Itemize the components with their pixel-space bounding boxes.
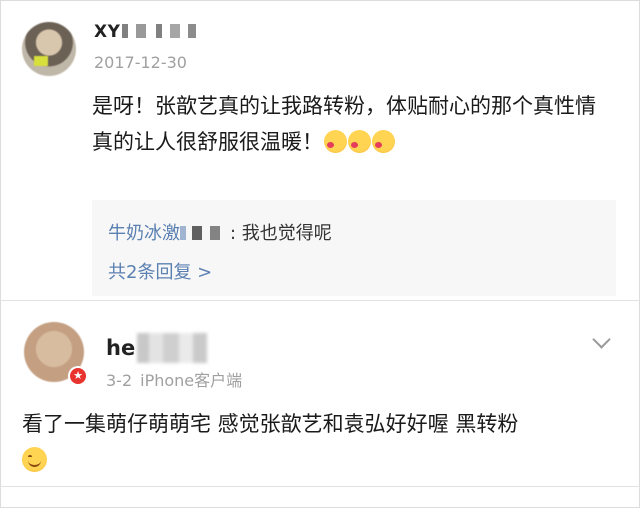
- verified-badge-icon: ★: [68, 366, 88, 386]
- comment-date: 3-2: [106, 371, 133, 390]
- comment-date: 2017-12-30: [94, 53, 187, 72]
- blurred-name-mask: [122, 24, 203, 38]
- avatar[interactable]: [22, 22, 76, 76]
- comment-meta: 3-2 iPhone客户端: [106, 367, 242, 391]
- comment-source: iPhone客户端: [140, 371, 243, 390]
- smile-emoji-icon: [22, 447, 47, 472]
- reply-username[interactable]: 牛奶冰激: [108, 223, 230, 244]
- comment-text: 是呀！张歆艺真的让我路转粉，体贴耐心的那个真性情真的让人很舒服很温暖！: [92, 94, 596, 154]
- divider: [0, 300, 640, 301]
- blurred-name-mask: [180, 226, 230, 240]
- blush-emoji-icon: [348, 130, 371, 153]
- blush-emoji-icon: [324, 130, 347, 153]
- reply-preview: 牛奶冰激: 我也觉得呢: [108, 219, 332, 245]
- view-more-replies-link[interactable]: 共2条回复 >: [108, 258, 212, 284]
- blurred-name-mask: [137, 333, 216, 363]
- blush-emoji-icon: [372, 130, 395, 153]
- reply-preview-box[interactable]: 牛奶冰激: 我也觉得呢 共2条回复 >: [92, 200, 616, 296]
- divider: [0, 486, 640, 487]
- username[interactable]: XY: [94, 22, 203, 42]
- comment-text: 看了一集萌仔萌萌宅 感觉张歆艺和袁弘好好喔 黑转粉: [22, 406, 622, 478]
- username[interactable]: he: [106, 333, 216, 363]
- reply-text: : 我也觉得呢: [230, 223, 332, 244]
